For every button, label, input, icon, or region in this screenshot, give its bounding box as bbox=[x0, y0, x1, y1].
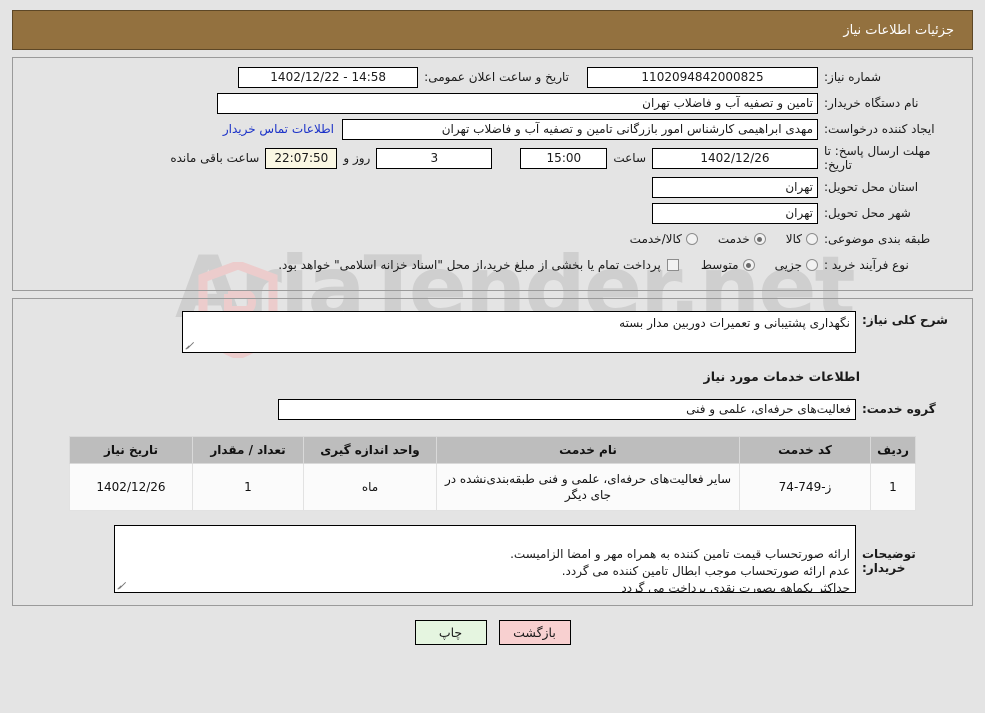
deadline-time-value: 15:00 bbox=[520, 147, 608, 169]
services-table: ردیف کد خدمت نام خدمت واحد اندازه گیری ت… bbox=[69, 436, 916, 511]
page-title: جزئیات اطلاعات نیاز bbox=[843, 22, 954, 38]
row-process-type: نوع فرآیند خرید : جزیی متوسط پرداخت تمام… bbox=[23, 254, 962, 276]
countdown-timer-value: 22:07:50 bbox=[265, 147, 338, 169]
need-detail-panel: شرح کلی نیاز: نگهداری پشتیبانی و تعمیرات… bbox=[12, 298, 973, 606]
radio-icon bbox=[806, 233, 818, 245]
table-row: 1 ز-749-74 سایر فعالیت‌های حرفه‌ای، علمی… bbox=[69, 463, 916, 511]
province-label: استان محل تحویل: bbox=[824, 180, 919, 194]
print-button[interactable]: چاپ bbox=[414, 620, 487, 645]
services-section-title: اطلاعات خدمات مورد نیاز bbox=[703, 369, 861, 384]
cell-date: 1402/12/26 bbox=[69, 463, 193, 511]
creator-label: ایجاد کننده درخواست: bbox=[824, 122, 935, 136]
need-desc-textarea[interactable]: نگهداری پشتیبانی و تعمیرات دوربین مدار ب… bbox=[182, 311, 856, 353]
resize-grip-icon bbox=[117, 581, 128, 591]
need-info-panel: شماره نیاز: 1102094842000825 تاریخ و ساع… bbox=[12, 57, 973, 291]
cell-code: ز-749-74 bbox=[739, 463, 871, 511]
creator-value: مهدی ابراهیمی کارشناس امور بازرگانی تامی… bbox=[342, 118, 818, 140]
row-buyer-notes: توضیحات خریدار: ارائه صورتحساب قیمت تامی… bbox=[23, 525, 962, 593]
row-need-description: شرح کلی نیاز: نگهداری پشتیبانی و تعمیرات… bbox=[23, 311, 962, 353]
service-group-label: گروه خدمت: bbox=[862, 402, 936, 416]
th-row: ردیف bbox=[870, 436, 916, 464]
treasury-checkbox[interactable]: پرداخت تمام یا بخشی از مبلغ خرید،از محل … bbox=[278, 258, 687, 272]
row-service-group: گروه خدمت: فعالیت‌های حرفه‌ای، علمی و فن… bbox=[23, 398, 962, 420]
need-number-value: 1102094842000825 bbox=[587, 66, 818, 88]
province-value: تهران bbox=[652, 176, 818, 198]
services-table-wrap: ردیف کد خدمت نام خدمت واحد اندازه گیری ت… bbox=[23, 436, 962, 511]
deadline-date-value: 1402/12/26 bbox=[652, 147, 818, 169]
deadline-label: مهلت ارسال پاسخ: تا تاریخ: bbox=[824, 144, 931, 172]
th-code: کد خدمت bbox=[739, 436, 871, 464]
radio-icon bbox=[753, 233, 766, 245]
public-announce-label: تاریخ و ساعت اعلان عمومی: bbox=[424, 70, 569, 84]
process-radio-group: جزیی متوسط bbox=[687, 258, 818, 272]
category-option-kala-khedmat[interactable]: کالا/خدمت bbox=[616, 232, 698, 246]
row-category: طبقه بندی موضوعی: کالا خدمت کالا/خدمت bbox=[23, 228, 962, 250]
process-option-motevaset[interactable]: متوسط bbox=[687, 258, 755, 272]
category-radio-group: کالا خدمت کالا/خدمت bbox=[616, 232, 818, 246]
footer-actions: بازگشت چاپ bbox=[0, 620, 985, 645]
category-option-label: خدمت bbox=[717, 232, 750, 246]
radio-icon bbox=[806, 259, 818, 271]
row-city: شهر محل تحویل: تهران bbox=[23, 202, 962, 224]
row-creator: ایجاد کننده درخواست: مهدی ابراهیمی کارشن… bbox=[23, 118, 962, 140]
back-button[interactable]: بازگشت bbox=[498, 620, 571, 645]
need-desc-label: شرح کلی نیاز: bbox=[862, 313, 948, 327]
cell-qty: 1 bbox=[192, 463, 304, 511]
radio-icon bbox=[685, 233, 698, 245]
th-date: تاریخ نیاز bbox=[69, 436, 193, 464]
category-label: طبقه بندی موضوعی: bbox=[824, 232, 931, 246]
cell-unit: ماه bbox=[303, 463, 437, 511]
category-option-label: کالا bbox=[785, 232, 802, 246]
process-option-label: متوسط bbox=[700, 258, 739, 272]
service-group-value: فعالیت‌های حرفه‌ای، علمی و فنی bbox=[278, 398, 856, 420]
checkbox-icon bbox=[666, 259, 679, 271]
days-remaining-value: 3 bbox=[376, 147, 493, 169]
process-option-label: جزیی bbox=[774, 258, 802, 272]
hour-label-1: ساعت bbox=[613, 151, 646, 165]
buyer-notes-value: ارائه صورتحساب قیمت تامین کننده به همراه… bbox=[510, 547, 850, 593]
buyer-org-label: نام دستگاه خریدار: bbox=[824, 96, 919, 110]
city-value: تهران bbox=[652, 202, 818, 224]
buyer-notes-label: توضیحات خریدار: bbox=[862, 547, 916, 575]
row-buyer-org: نام دستگاه خریدار: تامین و تصفیه آب و فا… bbox=[23, 92, 962, 114]
th-name: نام خدمت bbox=[436, 436, 740, 464]
hours-remaining-label: ساعت باقی مانده bbox=[170, 151, 260, 165]
day-and-label: روز و bbox=[343, 151, 371, 165]
cell-row: 1 bbox=[870, 463, 916, 511]
process-type-label: نوع فرآیند خرید : bbox=[824, 258, 909, 272]
th-qty: تعداد / مقدار bbox=[192, 436, 304, 464]
city-label: شهر محل تحویل: bbox=[824, 206, 911, 220]
category-option-label: کالا/خدمت bbox=[629, 232, 682, 246]
row-deadline: مهلت ارسال پاسخ: تا تاریخ: 1402/12/26 سا… bbox=[23, 144, 962, 172]
buyer-org-value: تامین و تصفیه آب و فاضلاب تهران bbox=[217, 92, 818, 114]
public-announce-value: 14:58 - 1402/12/22 bbox=[238, 66, 419, 88]
radio-icon bbox=[742, 259, 755, 271]
cell-name: سایر فعالیت‌های حرفه‌ای، علمی و فنی طبقه… bbox=[436, 463, 740, 511]
category-option-kala[interactable]: کالا bbox=[772, 232, 818, 246]
category-option-khedmat[interactable]: خدمت bbox=[704, 232, 766, 246]
buyer-contact-link[interactable]: اطلاعات تماس خریدار bbox=[215, 122, 342, 136]
th-unit: واحد اندازه گیری bbox=[303, 436, 437, 464]
row-need-number: شماره نیاز: 1102094842000825 تاریخ و ساع… bbox=[23, 66, 962, 88]
page-header: جزئیات اطلاعات نیاز bbox=[12, 10, 973, 50]
resize-grip-icon bbox=[185, 341, 196, 351]
need-number-label: شماره نیاز: bbox=[824, 70, 881, 84]
need-desc-value: نگهداری پشتیبانی و تعمیرات دوربین مدار ب… bbox=[619, 316, 850, 330]
row-province: استان محل تحویل: تهران bbox=[23, 176, 962, 198]
table-header-row: ردیف کد خدمت نام خدمت واحد اندازه گیری ت… bbox=[69, 436, 916, 464]
treasury-checkbox-label: پرداخت تمام یا بخشی از مبلغ خرید،از محل … bbox=[278, 258, 661, 272]
buyer-notes-textarea[interactable]: ارائه صورتحساب قیمت تامین کننده به همراه… bbox=[114, 525, 856, 593]
process-option-jozee[interactable]: جزیی bbox=[761, 258, 818, 272]
